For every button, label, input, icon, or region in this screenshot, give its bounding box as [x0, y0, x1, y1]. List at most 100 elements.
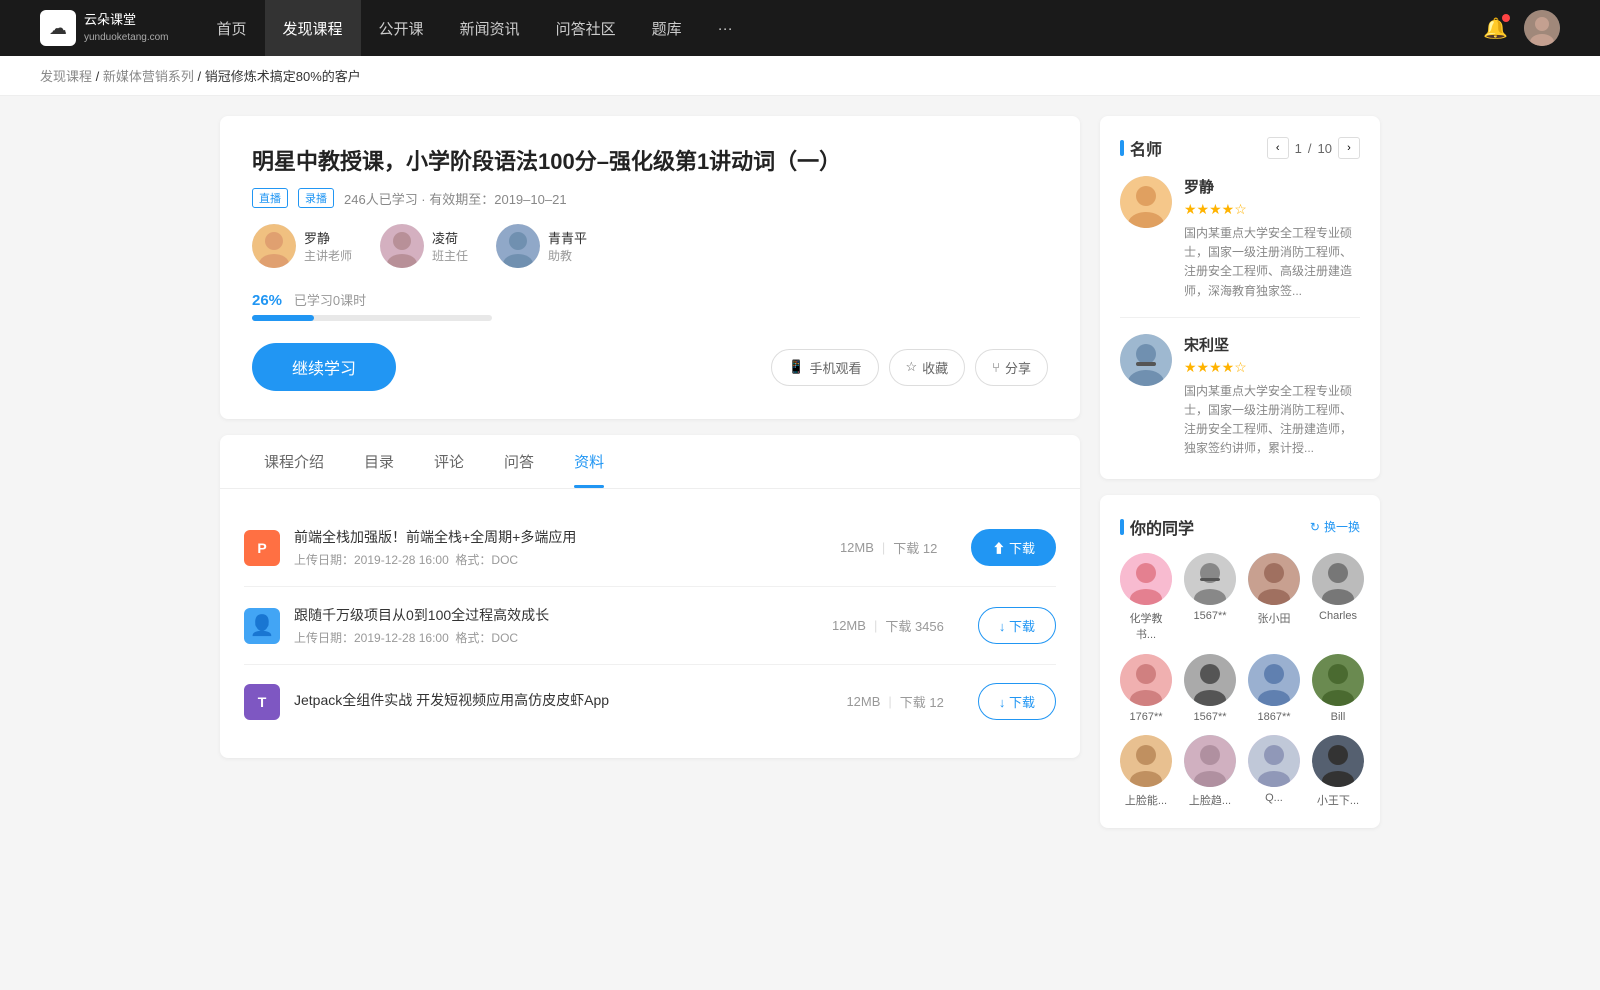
classmate-item-3: Charles: [1312, 553, 1364, 642]
course-title: 明星中教授课，小学阶段语法100分–强化级第1讲动词（一）: [252, 144, 1048, 176]
classmate-avatar-3: [1312, 553, 1364, 605]
classmate-name-2: 张小田: [1258, 610, 1291, 626]
teacher-info-0: 罗静 主讲老师: [304, 228, 352, 264]
download-button-2[interactable]: ↓ 下载: [978, 683, 1056, 720]
file-meta-1: 上传日期：2019-12-28 16:00 格式：DOC: [294, 629, 818, 646]
classmates-panel: 你的同学 ↻ 换一换 化学教书... 1567**: [1100, 495, 1380, 828]
classmate-avatar-4: [1120, 654, 1172, 706]
logo[interactable]: ☁ 云朵课堂yunduoketang.com: [40, 10, 169, 46]
nav-qa[interactable]: 问答社区: [538, 0, 634, 56]
file-info-0: 前端全栈加强版！前端全栈+全周期+多端应用 上传日期：2019-12-28 16…: [294, 527, 826, 568]
teacher-info-2: 青青平 助教: [548, 228, 587, 264]
action-buttons: 📱 手机观看 ☆ 收藏 ⑂ 分享: [771, 349, 1048, 386]
classmate-avatar-11: [1312, 735, 1364, 787]
refresh-icon: ↻: [1310, 520, 1320, 534]
progress-sub: 已学习0课时: [294, 293, 366, 308]
tab-materials[interactable]: 资料: [554, 435, 624, 488]
file-item-1: 👤 跟随千万级项目从0到100全过程高效成长 上传日期：2019-12-28 1…: [244, 587, 1056, 665]
classmates-grid: 化学教书... 1567** 张小田: [1120, 553, 1360, 808]
page-next-button[interactable]: ›: [1338, 137, 1360, 159]
progress-section: 26% 已学习0课时: [252, 290, 1048, 321]
page-sep: /: [1308, 141, 1312, 156]
main-container: 明星中教授课，小学阶段语法100分–强化级第1讲动词（一） 直播 录播 246人…: [200, 116, 1400, 844]
progress-percent: 26%: [252, 292, 282, 309]
page-prev-button[interactable]: ‹: [1267, 137, 1289, 159]
classmate-item-5: 1567**: [1184, 654, 1236, 723]
teacher-panel-item-1: 宋利坚 ★★★★☆ 国内某重点大学安全工程专业硕士，国家一级注册消防工程师、注册…: [1120, 334, 1360, 459]
favorite-button[interactable]: ☆ 收藏: [889, 349, 966, 386]
teacher-stars-0: ★★★★☆: [1184, 201, 1360, 218]
file-name-2: Jetpack全组件实战 开发短视频应用高仿皮皮虾App: [294, 690, 832, 710]
teachers-panel-title: 名师: [1120, 136, 1162, 160]
badge-record: 录播: [298, 188, 334, 208]
nav-quiz[interactable]: 题库: [634, 0, 700, 56]
teacher-right-avatar-0: [1120, 176, 1172, 228]
file-downloads-1: 下载 3456: [885, 616, 944, 635]
teacher-item-1: 凌荷 班主任: [380, 224, 468, 268]
nav-discover[interactable]: 发现课程: [265, 0, 361, 56]
continue-button[interactable]: 继续学习: [252, 343, 396, 391]
course-meta: 直播 录播 246人已学习 · 有效期至：2019–10–21: [252, 188, 1048, 208]
breadcrumb-discover[interactable]: 发现课程: [40, 69, 92, 84]
tab-reviews[interactable]: 评论: [414, 435, 484, 488]
breadcrumb-current: 销冠修炼术搞定80%的客户: [205, 69, 361, 84]
progress-bar-fill: [252, 315, 314, 321]
bell-icon[interactable]: 🔔: [1483, 16, 1508, 41]
badge-live: 直播: [252, 188, 288, 208]
teacher-panel-item-0: 罗静 ★★★★☆ 国内某重点大学安全工程专业硕士，国家一级注册消防工程师、注册安…: [1120, 176, 1360, 318]
logo-icon: ☁: [40, 10, 76, 46]
refresh-button[interactable]: ↻ 换一换: [1310, 518, 1360, 535]
classmate-avatar-6: [1248, 654, 1300, 706]
download-button-1[interactable]: ↓ 下载: [978, 607, 1056, 644]
teacher-item-0: 罗静 主讲老师: [252, 224, 352, 268]
breadcrumb-series[interactable]: 新媒体营销系列: [103, 69, 194, 84]
teacher-avatar-2: [496, 224, 540, 268]
share-button[interactable]: ⑂ 分享: [975, 349, 1048, 386]
page-current: 1: [1295, 141, 1302, 156]
classmate-item-2: 张小田: [1248, 553, 1300, 642]
classmate-avatar-10: [1248, 735, 1300, 787]
classmate-name-4: 1767**: [1129, 711, 1162, 723]
classmate-item-1: 1567**: [1184, 553, 1236, 642]
file-icon-0: P: [244, 530, 280, 566]
download-button-0[interactable]: ⬆ 下载: [971, 529, 1056, 566]
classmate-avatar-7: [1312, 654, 1364, 706]
teacher-role-0: 主讲老师: [304, 247, 352, 264]
file-size-1: 12MB: [832, 618, 866, 633]
right-panel: 名师 ‹ 1 / 10 › 罗静 ★★★★☆ 国内某重点大学安全工程专业硕士，国…: [1100, 116, 1380, 844]
file-name-0: 前端全栈加强版！前端全栈+全周期+多端应用: [294, 527, 826, 547]
classmate-name-3: Charles: [1319, 610, 1357, 622]
teacher-right-name-1: 宋利坚: [1184, 334, 1360, 355]
tab-qa[interactable]: 问答: [484, 435, 554, 488]
tab-intro[interactable]: 课程介绍: [244, 435, 344, 488]
classmate-name-10: Q...: [1265, 792, 1283, 804]
file-downloads-2: 下载 12: [900, 692, 944, 711]
file-stats-1: 12MB | 下载 3456: [832, 616, 944, 635]
page-total: 10: [1318, 141, 1332, 156]
teacher-right-name-0: 罗静: [1184, 176, 1360, 197]
classmates-title: 你的同学: [1120, 515, 1194, 539]
mobile-watch-button[interactable]: 📱 手机观看: [771, 349, 878, 386]
file-icon-2: T: [244, 684, 280, 720]
mobile-icon: 📱: [788, 359, 804, 375]
nav-public[interactable]: 公开课: [361, 0, 442, 56]
classmate-name-8: 上脸能...: [1125, 792, 1167, 808]
tab-directory[interactable]: 目录: [344, 435, 414, 488]
classmate-item-11: 小王下...: [1312, 735, 1364, 808]
nav-more[interactable]: ···: [700, 0, 751, 56]
breadcrumb: 发现课程 / 新媒体营销系列 / 销冠修炼术搞定80%的客户: [0, 56, 1600, 96]
tabs-card: 课程介绍 目录 评论 问答 资料 P 前端全栈加强版！前端全栈+全周期+多端应用…: [220, 435, 1080, 758]
file-stats-2: 12MB | 下载 12: [846, 692, 943, 711]
nav-news[interactable]: 新闻资讯: [442, 0, 538, 56]
course-actions: 继续学习 📱 手机观看 ☆ 收藏 ⑂ 分享: [252, 343, 1048, 391]
nav-home[interactable]: 首页: [199, 0, 265, 56]
user-avatar-nav[interactable]: [1524, 10, 1560, 46]
teacher-name-1: 凌荷: [432, 228, 468, 247]
classmate-name-5: 1567**: [1193, 711, 1226, 723]
teacher-name-2: 青青平: [548, 228, 587, 247]
bell-dot: [1502, 14, 1510, 22]
teacher-right-avatar-1: [1120, 334, 1172, 386]
file-info-2: Jetpack全组件实战 开发短视频应用高仿皮皮虾App: [294, 690, 832, 714]
teacher-role-1: 班主任: [432, 247, 468, 264]
share-label: 分享: [1005, 358, 1031, 377]
